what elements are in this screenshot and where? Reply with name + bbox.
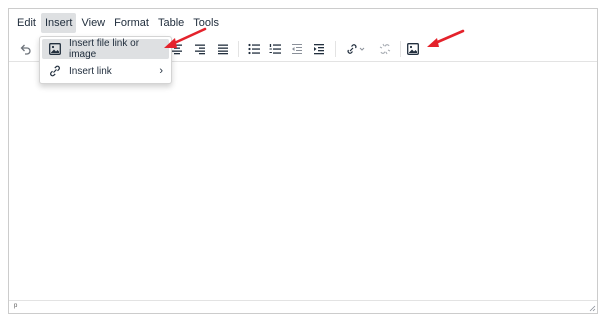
menu-edit[interactable]: Edit: [13, 13, 40, 33]
menubar: Edit Insert View Format Table Tools: [9, 9, 597, 36]
link-icon: [50, 65, 60, 77]
image-icon: [49, 43, 61, 55]
annotation-arrow-icon: [164, 27, 207, 48]
image-icon: [407, 43, 419, 55]
resize-handle-icon[interactable]: [589, 305, 596, 312]
insert-menu-dropdown: Insert file link or image Insert link ›: [39, 36, 172, 84]
unlink-icon: [379, 43, 391, 55]
numbered-list-icon: [269, 44, 281, 54]
indent-button[interactable]: [309, 40, 329, 58]
menu-item-insert-link[interactable]: Insert link ›: [42, 61, 169, 81]
toolbar-separator: [400, 41, 401, 57]
toolbar-separator: [335, 41, 336, 57]
unlink-button[interactable]: [375, 40, 395, 58]
menu-item-label: Insert file link or image: [69, 38, 140, 60]
outdent-button[interactable]: [287, 40, 307, 58]
link-icon: [347, 44, 365, 54]
menu-item-label: Insert link: [69, 65, 112, 77]
annotation-arrow-icon: [427, 29, 465, 47]
chevron-right-icon: ›: [159, 65, 163, 77]
menu-format[interactable]: Format: [110, 13, 153, 33]
undo-button[interactable]: [15, 40, 35, 58]
menu-insert[interactable]: Insert: [40, 12, 77, 33]
insert-image-button[interactable]: [403, 40, 423, 58]
align-justify-icon: [218, 44, 228, 55]
link-button[interactable]: [342, 40, 370, 58]
statusbar: p: [9, 300, 597, 313]
menu-view[interactable]: View: [77, 13, 109, 33]
undo-icon: [20, 44, 31, 55]
element-path[interactable]: p: [14, 303, 17, 309]
bullet-list-button[interactable]: [244, 40, 264, 58]
menu-item-insert-file-link-or-image[interactable]: Insert file link or image: [42, 38, 169, 60]
indent-icon: [314, 44, 324, 55]
outdent-icon: [292, 44, 302, 54]
bullet-list-icon: [248, 43, 260, 55]
toolbar-separator: [238, 41, 239, 57]
align-justify-button[interactable]: [213, 40, 233, 58]
numbered-list-button[interactable]: [265, 40, 285, 58]
